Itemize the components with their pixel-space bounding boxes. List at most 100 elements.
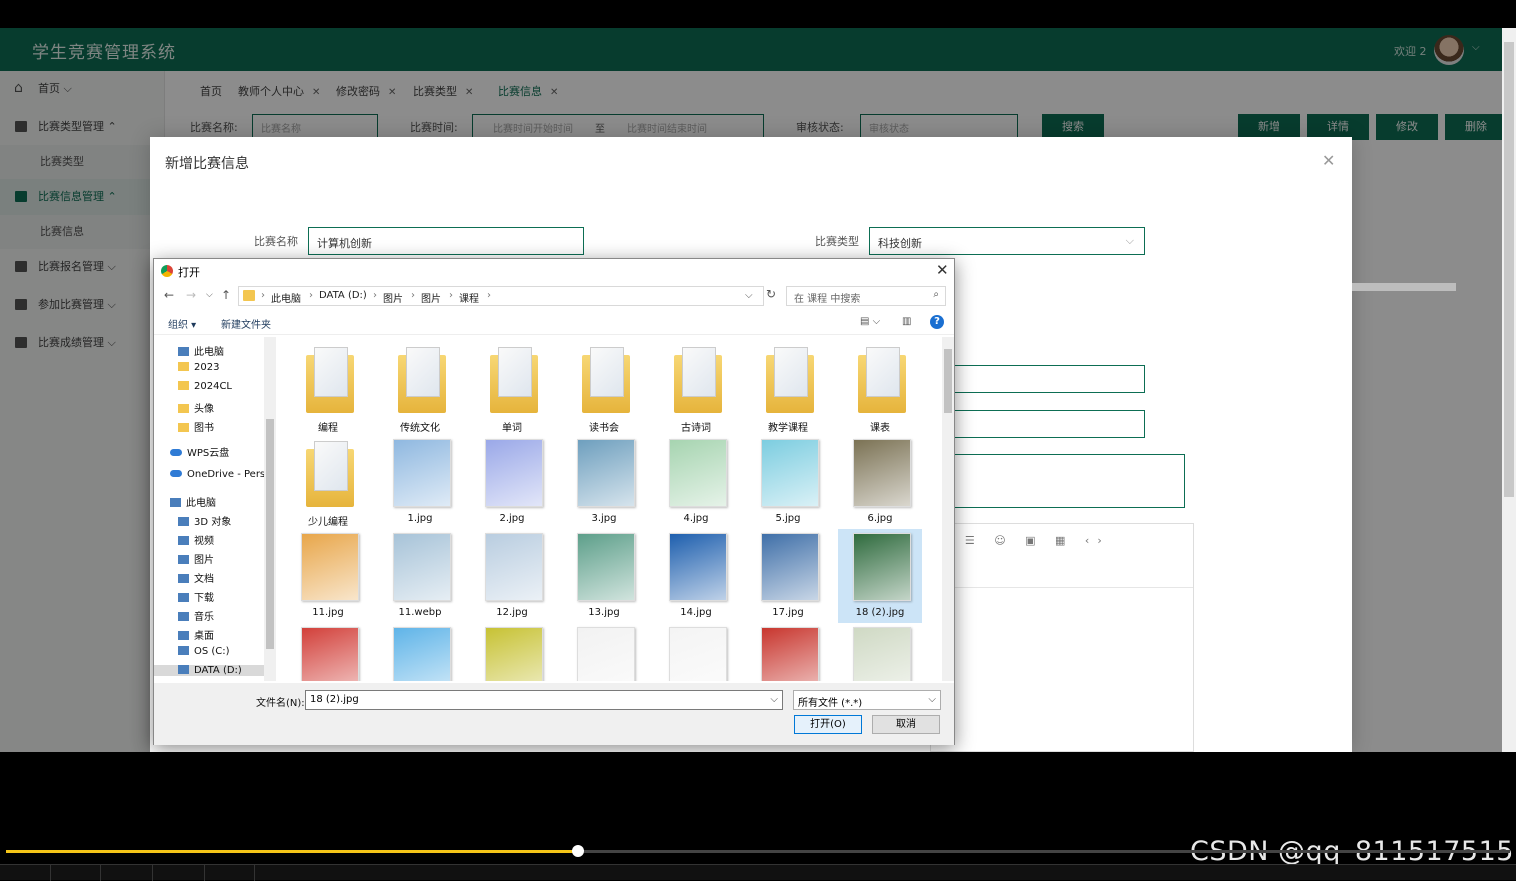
dialog-search-input[interactable]: 在 课程 中搜索 ⌕ (786, 286, 946, 306)
image-file-item[interactable] (654, 623, 738, 681)
tab-home[interactable]: 首页 (200, 83, 222, 99)
tab-competition-type[interactable]: 比赛类型 ✕ (413, 83, 473, 99)
folder-item[interactable]: 读书会 (562, 341, 646, 435)
cancel-button[interactable]: 取消 (872, 715, 940, 734)
competition-type-select[interactable]: 科技创新 ⌵ (869, 227, 1145, 255)
nav-pane-item[interactable]: 桌面 (178, 627, 214, 642)
close-icon[interactable]: ✕ (312, 87, 320, 98)
folder-item[interactable]: 编程 (286, 341, 370, 435)
status-filter-select[interactable]: 审核状态 (860, 114, 1018, 138)
nav-pane-item[interactable]: 2024CL (178, 381, 232, 392)
competition-name-input[interactable]: 计算机创新 (308, 227, 584, 255)
back-icon[interactable]: ← (164, 288, 174, 302)
nav-pane-item[interactable]: 2023 (178, 362, 219, 373)
close-icon[interactable]: ✕ (1322, 151, 1335, 170)
nav-pane-item[interactable]: 头像 (178, 400, 214, 415)
image-file-item[interactable]: 6.jpg (838, 435, 922, 529)
nav-pane-item[interactable]: 下载 (178, 589, 214, 604)
folder-item[interactable]: 教学课程 (746, 341, 830, 435)
image-file-item[interactable]: 12.jpg (470, 529, 554, 623)
image-file-item[interactable] (378, 623, 462, 681)
image-file-item[interactable]: 13.jpg (562, 529, 646, 623)
sidebar-item-signup-mgmt[interactable]: 比赛报名管理 ⌵ (0, 249, 165, 285)
close-icon[interactable]: ✕ (550, 87, 558, 98)
breadcrumb-item[interactable]: 课程 (459, 290, 479, 305)
refresh-icon[interactable]: ↻ (766, 287, 776, 301)
form-textarea[interactable] (930, 454, 1185, 508)
new-folder-button[interactable]: 新建文件夹 (221, 316, 271, 331)
nav-pane-item[interactable]: WPS云盘 (170, 444, 229, 459)
nav-pane-item[interactable]: 视频 (178, 532, 214, 547)
close-icon[interactable]: ✕ (465, 87, 473, 98)
help-icon[interactable]: ? (930, 315, 944, 329)
sidebar-item-info-mgmt[interactable]: 比赛信息管理 ⌃ (0, 179, 165, 215)
tab-competition-info[interactable]: 比赛信息 ✕ (498, 83, 558, 99)
chevron-down-icon[interactable]: ⌵ (745, 290, 753, 301)
image-file-item[interactable]: 1.jpg (378, 435, 462, 529)
nav-pane-item[interactable]: 图书 (178, 419, 214, 434)
filetype-select[interactable]: 所有文件 (*.*) ⌵ (793, 690, 941, 710)
tab-change-password[interactable]: 修改密码 ✕ (336, 83, 396, 99)
image-file-item[interactable]: 3.jpg (562, 435, 646, 529)
folder-item[interactable]: 少儿编程 (286, 435, 370, 529)
delete-button[interactable]: 删除 (1445, 114, 1502, 140)
file-list-scrollbar-thumb[interactable] (944, 349, 952, 413)
image-file-item[interactable]: 2.jpg (470, 435, 554, 529)
image-file-item[interactable]: 14.jpg (654, 529, 738, 623)
nav-pane-item[interactable]: 音乐 (178, 608, 214, 623)
organize-menu[interactable]: 组织 ▾ (168, 316, 196, 331)
edit-button[interactable]: 修改 (1376, 114, 1438, 140)
sidebar-subitem-info[interactable]: 比赛信息 (0, 215, 165, 249)
up-icon[interactable]: ↑ (221, 288, 231, 302)
open-button[interactable]: 打开(O) (794, 715, 862, 734)
rich-text-editor[interactable]: ⌵ ☰ ☺ ▣ ▦ ‹› (930, 523, 1194, 752)
nav-pane-scrollbar-thumb[interactable] (266, 419, 274, 649)
nav-pane-item[interactable]: 此电脑 (178, 343, 224, 358)
time-range-input[interactable]: 比赛时间开始时间至比赛时间结束时间 (472, 114, 764, 138)
image-file-item[interactable] (562, 623, 646, 681)
breadcrumb-item[interactable]: DATA (D:) (319, 290, 367, 301)
nav-pane-item[interactable]: OneDrive - Pers (170, 469, 265, 480)
table-scrollbar[interactable] (1352, 283, 1456, 291)
breadcrumb-item[interactable]: 图片 (421, 290, 441, 305)
image-file-item[interactable]: 17.jpg (746, 529, 830, 623)
folder-item[interactable]: 课表 (838, 341, 922, 435)
nav-pane-item[interactable]: 3D 对象 (178, 513, 231, 528)
nav-pane-item[interactable]: OS (C:) (178, 646, 230, 657)
folder-item[interactable]: 单词 (470, 341, 554, 435)
image-file-item[interactable]: 11.webp (378, 529, 462, 623)
image-file-item[interactable]: 18 (2).jpg (838, 529, 922, 623)
image-file-item[interactable]: 4.jpg (654, 435, 738, 529)
sidebar-item-join-mgmt[interactable]: 参加比赛管理 ⌵ (0, 287, 165, 323)
folder-item[interactable]: 古诗词 (654, 341, 738, 435)
image-file-item[interactable]: 5.jpg (746, 435, 830, 529)
breadcrumb-item[interactable]: 此电脑 (271, 290, 301, 305)
image-file-item[interactable] (746, 623, 830, 681)
filename-input[interactable]: 18 (2).jpg ⌵ (305, 690, 783, 710)
chevron-down-icon[interactable]: ⌵ (1472, 42, 1480, 53)
avatar[interactable] (1434, 35, 1464, 65)
image-file-item[interactable] (470, 623, 554, 681)
form-field-a[interactable] (930, 365, 1145, 393)
name-filter-input[interactable]: 比赛名称 (252, 114, 378, 138)
nav-pane-item[interactable]: 图片 (178, 551, 214, 566)
nav-pane-item[interactable]: 此电脑 (170, 494, 216, 509)
preview-pane-icon[interactable]: ▥ (902, 316, 911, 327)
sidebar-item-type-mgmt[interactable]: 比赛类型管理 ⌃ (0, 109, 165, 145)
progress-knob[interactable] (571, 845, 584, 857)
sidebar-item-score-mgmt[interactable]: 比赛成绩管理 ⌵ (0, 325, 165, 361)
nav-pane-item[interactable]: DATA (D:) (154, 665, 264, 676)
address-bar[interactable]: › 此电脑 › DATA (D:) › 图片 › 图片 › 课程 › ⌵ (238, 286, 764, 306)
page-scrollbar-thumb[interactable] (1504, 42, 1514, 497)
image-file-item[interactable] (286, 623, 370, 681)
view-icon[interactable]: ▤ ⌵ (860, 316, 880, 327)
sidebar-item-home[interactable]: ⌂ 首页 ⌵ (0, 71, 165, 107)
folder-item[interactable]: 传统文化 (378, 341, 462, 435)
image-file-item[interactable] (838, 623, 922, 681)
close-icon[interactable]: ✕ (388, 87, 396, 98)
image-file-item[interactable]: 11.jpg (286, 529, 370, 623)
tab-teacher-center[interactable]: 教师个人中心 ✕ (238, 83, 320, 99)
close-icon[interactable]: ✕ (936, 261, 949, 279)
breadcrumb-item[interactable]: 图片 (383, 290, 403, 305)
form-field-b[interactable] (930, 410, 1145, 438)
